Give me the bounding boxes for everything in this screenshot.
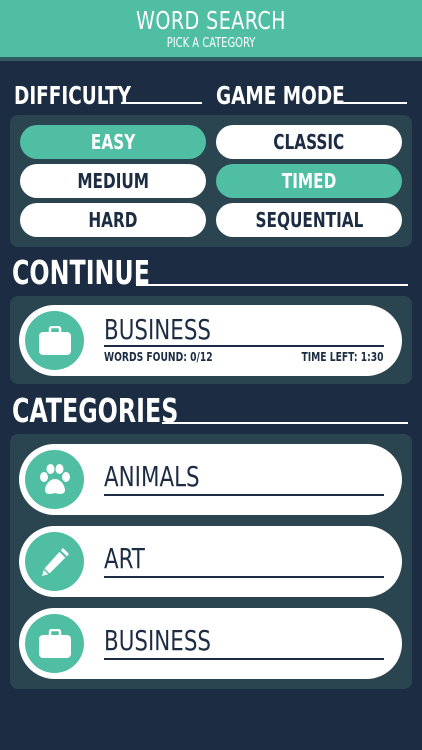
game-mode-option-label: TIMED: [281, 169, 337, 193]
game-mode-underline: [334, 102, 407, 104]
paw-icon: [25, 450, 84, 509]
category-card-art[interactable]: ART: [19, 526, 402, 597]
difficulty-option-label: EASY: [90, 130, 136, 154]
difficulty-option-label: MEDIUM: [77, 169, 149, 193]
game-mode-option-label: CLASSIC: [273, 130, 345, 154]
category-card-animals[interactable]: ANIMALS: [19, 444, 402, 515]
category-name: BUSINESS: [104, 624, 212, 657]
words-found-text: WORDS FOUND: 0/12: [104, 350, 213, 364]
category-rule: [104, 658, 384, 660]
game-mode-option-label: SEQUENTIAL: [255, 208, 363, 232]
category-card-business[interactable]: BUSINESS: [19, 608, 402, 679]
game-mode-option-sequential[interactable]: SEQUENTIAL: [216, 203, 402, 237]
continue-card-rule: [104, 345, 384, 347]
app-title: WORD SEARCH: [136, 6, 286, 35]
time-left-text: TIME LEFT: 1:30: [301, 350, 384, 364]
difficulty-underline: [121, 102, 202, 104]
continue-underline: [136, 284, 408, 286]
categories-underline: [162, 422, 408, 424]
game-mode-heading: GAME MODE: [216, 81, 345, 110]
app-header: WORD SEARCH PICK A CATEGORY: [0, 0, 422, 57]
category-rule: [104, 494, 384, 496]
continue-card-title: BUSINESS: [104, 313, 212, 346]
categories-heading: CATEGORIES: [12, 391, 179, 430]
briefcase-icon: [25, 311, 84, 370]
difficulty-option-label: HARD: [88, 208, 138, 232]
continue-card-business[interactable]: BUSINESS WORDS FOUND: 0/12 TIME LEFT: 1:…: [19, 305, 402, 376]
difficulty-option-hard[interactable]: HARD: [20, 203, 206, 237]
app-subtitle: PICK A CATEGORY: [166, 36, 256, 51]
header-divider: [0, 57, 422, 61]
continue-heading: CONTINUE: [12, 253, 150, 292]
briefcase-icon: [25, 614, 84, 673]
difficulty-option-easy[interactable]: EASY: [20, 125, 206, 159]
game-mode-option-timed[interactable]: TIMED: [216, 164, 402, 198]
game-mode-option-classic[interactable]: CLASSIC: [216, 125, 402, 159]
difficulty-option-medium[interactable]: MEDIUM: [20, 164, 206, 198]
difficulty-heading: DIFFICULTY: [14, 81, 132, 110]
category-name: ART: [104, 542, 145, 575]
category-rule: [104, 576, 384, 578]
category-name: ANIMALS: [104, 460, 200, 493]
pencil-icon: [25, 532, 84, 591]
